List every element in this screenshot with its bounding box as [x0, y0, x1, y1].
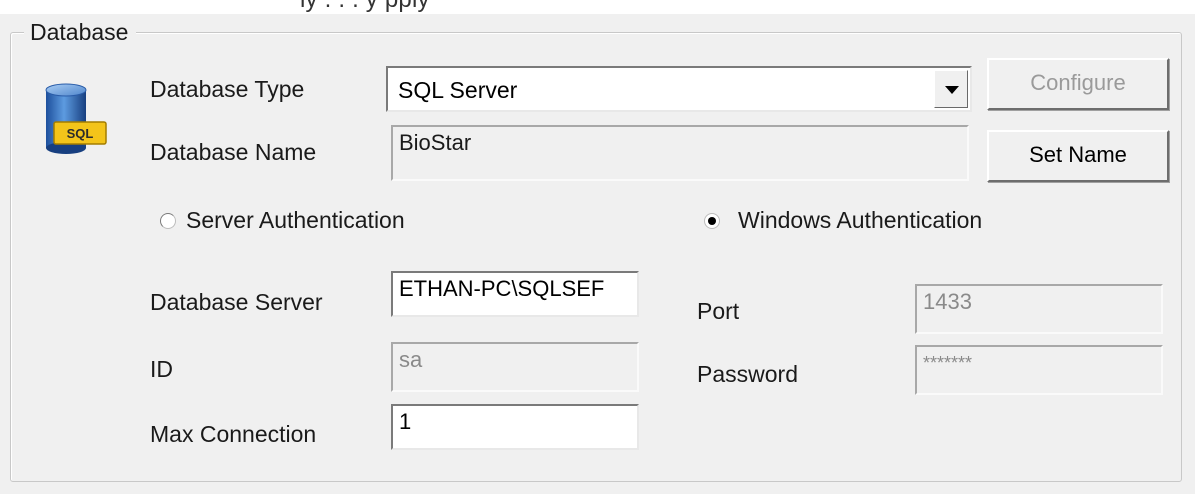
max-connection-label: Max Connection	[150, 421, 317, 447]
cropped-top-text-content: ly . . . y pply	[300, 0, 430, 14]
dropdown-arrow-button[interactable]	[934, 70, 968, 108]
configure-button[interactable]: Configure	[987, 58, 1169, 110]
cropped-top-text: ly . . . y pply	[0, 0, 1195, 14]
database-sql-icon: SQL	[45, 83, 107, 154]
sql-badge-text: SQL	[67, 126, 94, 141]
windows-authentication-radio[interactable]	[704, 213, 720, 229]
password-label: Password	[697, 361, 798, 387]
database-type-label: Database Type	[150, 76, 305, 102]
database-server-field[interactable]: ETHAN-PC\SQLSEF	[391, 271, 639, 317]
server-authentication-radio[interactable]	[160, 213, 176, 229]
database-server-label: Database Server	[150, 289, 323, 315]
chevron-down-icon	[945, 86, 959, 94]
set-name-button[interactable]: Set Name	[987, 130, 1169, 182]
id-label: ID	[150, 356, 173, 382]
group-title: Database	[24, 18, 137, 46]
database-name-label: Database Name	[150, 139, 317, 165]
database-type-value: SQL Server	[398, 77, 518, 103]
server-authentication-label[interactable]: Server Authentication	[186, 206, 405, 234]
max-connection-field[interactable]: 1	[391, 404, 639, 450]
port-field[interactable]: 1433	[915, 284, 1163, 334]
windows-authentication-label[interactable]: Windows Authentication	[738, 206, 982, 234]
database-name-field[interactable]: BioStar	[391, 125, 969, 181]
database-type-select[interactable]: SQL Server	[386, 66, 972, 112]
port-label: Port	[697, 298, 740, 324]
password-field[interactable]: *******	[915, 345, 1163, 395]
id-field[interactable]: sa	[391, 342, 639, 392]
